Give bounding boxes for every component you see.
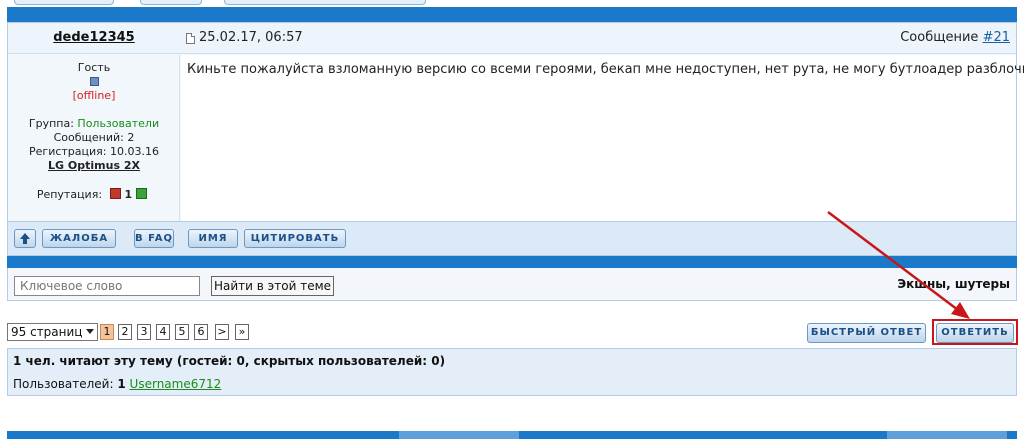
footer-bar xyxy=(7,431,1017,439)
users-label: Пользователей: xyxy=(13,377,114,391)
users-count: 1 xyxy=(117,377,126,391)
footer-bar-item xyxy=(399,431,519,439)
readers-users: Пользователей: 1 Username6712 xyxy=(13,377,221,391)
readers-summary: 1 чел. читают эту тему (гостей: 0, скрыт… xyxy=(13,354,446,368)
reader-user-link[interactable]: Username6712 xyxy=(130,377,222,391)
footer-bar-item xyxy=(887,431,1007,439)
